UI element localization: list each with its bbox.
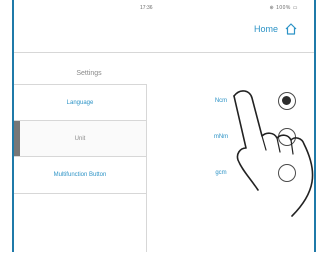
menu-item-label: Language xyxy=(66,100,94,106)
page-title: Settings xyxy=(76,70,102,77)
menu-item-unit[interactable]: Unit xyxy=(14,120,146,157)
pointing-hand-icon xyxy=(233,90,314,217)
menu-item-language[interactable]: Language xyxy=(14,84,146,121)
home-icon xyxy=(285,23,297,35)
menu-item-label: Unit xyxy=(74,136,86,142)
status-bar: 17:36 ⊕ 100% ▭ xyxy=(14,0,314,14)
settings-menu: Language Unit Multifunction Button xyxy=(14,84,147,252)
menu-item-label: Multifunction Button xyxy=(53,172,107,178)
home-label: Home xyxy=(253,24,278,34)
status-icons: ⊕ 100% ▭ xyxy=(269,5,298,11)
status-time: 17:36 xyxy=(140,5,153,11)
selected-indicator xyxy=(14,121,20,157)
header-divider xyxy=(14,52,314,53)
menu-item-multifunction-button[interactable]: Multifunction Button xyxy=(14,156,146,194)
home-button[interactable]: Home xyxy=(254,22,298,36)
